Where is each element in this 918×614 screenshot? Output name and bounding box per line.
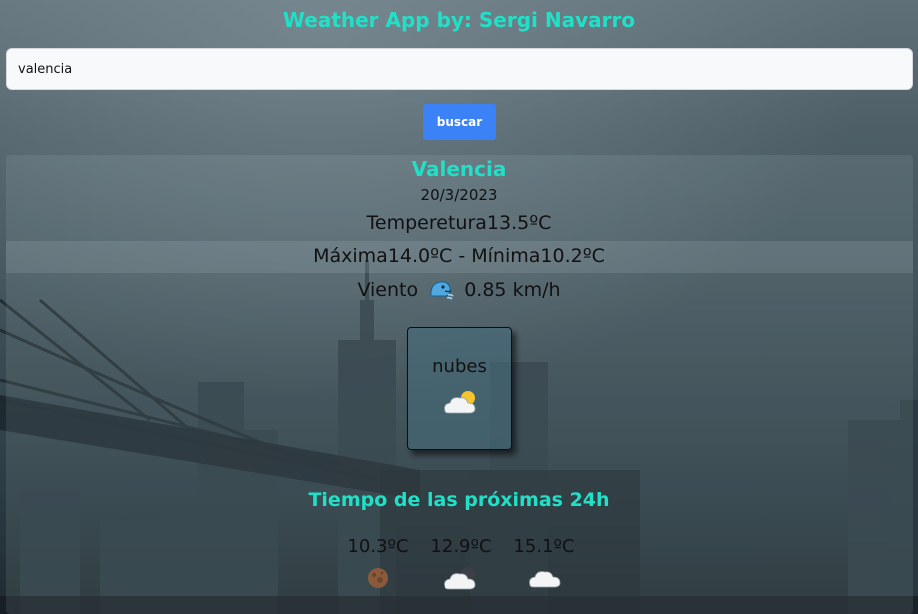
forecast-item: 10.3ºC xyxy=(338,536,418,591)
condition-label: nubes xyxy=(432,356,487,377)
wind-value: 0.85 km/h xyxy=(464,279,561,301)
current-date: 20/3/2023 xyxy=(420,186,498,204)
wind-row: Viento 0.85 km/h xyxy=(0,278,918,305)
forecast-item: 12.9ºC xyxy=(421,536,501,591)
city-search-input[interactable] xyxy=(6,48,913,90)
moon-behind-cloud-icon xyxy=(441,565,481,591)
app-title: Weather App by: Sergi Navarro xyxy=(282,8,636,32)
search-button[interactable]: buscar xyxy=(423,104,496,140)
forecast-temp: 15.1ºC xyxy=(513,536,575,557)
city-name: Valencia xyxy=(411,157,507,181)
forecast-temp: 10.3ºC xyxy=(347,536,409,557)
forecast-temp: 12.9ºC xyxy=(430,536,492,557)
min-max-temperature: Máxima14.0ºC - Mínima10.2ºC xyxy=(313,245,605,267)
sun-behind-cloud-icon xyxy=(441,389,481,419)
forecast-item: 15.1ºC xyxy=(504,536,584,589)
condition-card: nubes xyxy=(407,327,512,450)
wind-face-icon xyxy=(428,278,454,305)
current-temperature: Temperetura13.5ºC xyxy=(366,212,552,234)
app-root: Weather App by: Sergi Navarro buscar Val… xyxy=(0,0,918,614)
wind-label: Viento xyxy=(357,279,419,301)
cloud-icon xyxy=(527,565,561,589)
forecast-title: Tiempo de las próximas 24h xyxy=(308,489,610,511)
moon-brown-icon xyxy=(365,565,391,591)
